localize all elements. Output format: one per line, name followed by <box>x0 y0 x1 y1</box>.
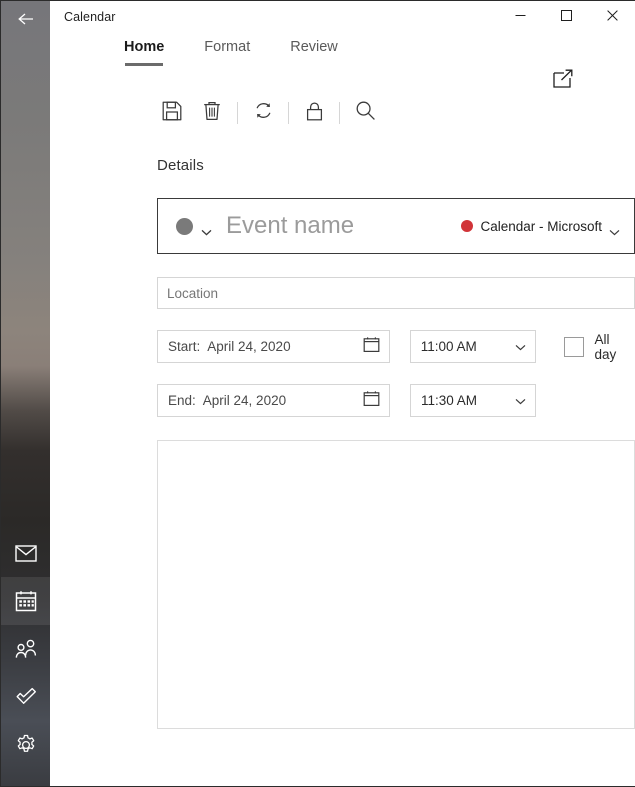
tasks-check-icon <box>14 687 38 707</box>
tab-format[interactable]: Format <box>204 33 250 57</box>
end-date-prefix: End: <box>168 393 196 408</box>
toolbar-separator <box>288 102 289 124</box>
people-icon <box>14 639 38 659</box>
toolbar-separator <box>339 102 340 124</box>
notes-input[interactable] <box>158 441 634 728</box>
save-button[interactable] <box>152 95 192 131</box>
all-day-checkbox[interactable] <box>563 336 584 357</box>
window-controls <box>497 1 635 33</box>
end-date-label: End: April 24, 2020 <box>168 393 286 408</box>
start-date-value: April 24, 2020 <box>207 339 291 354</box>
chevron-down-icon <box>609 223 620 235</box>
maximize-button[interactable] <box>543 1 589 33</box>
sidebar-item-people[interactable] <box>1 625 50 673</box>
app-sidebar <box>1 1 50 786</box>
back-arrow-icon <box>16 11 36 32</box>
start-time-value: 11:00 AM <box>420 339 477 354</box>
sync-button[interactable] <box>243 95 283 131</box>
start-date-field[interactable]: Start: April 24, 2020 <box>157 330 390 363</box>
sync-refresh-icon <box>253 100 274 126</box>
end-time-value: 11:30 AM <box>421 393 478 408</box>
calendar-icon <box>15 590 37 612</box>
search-button[interactable] <box>345 95 385 131</box>
tab-home[interactable]: Home <box>124 33 164 66</box>
start-time-field[interactable]: 11:00 AM <box>409 330 536 363</box>
chevron-down-icon <box>515 338 526 356</box>
tab-review[interactable]: Review <box>290 33 338 57</box>
calendar-name-label: Calendar - Microsoft <box>480 218 602 234</box>
trash-icon <box>202 101 222 126</box>
mail-icon <box>14 544 37 562</box>
sidebar-item-tasks[interactable] <box>1 673 50 721</box>
search-icon <box>355 100 376 126</box>
calendar-event-window: Calendar Home Format Review Details Even… <box>0 0 635 787</box>
all-day-label: All day <box>594 331 617 362</box>
event-category-color-picker[interactable] <box>158 217 212 235</box>
end-date-field[interactable]: End: April 24, 2020 <box>157 384 390 417</box>
main-pane: Calendar Home Format Review Details Even… <box>50 1 635 786</box>
open-in-new-window-icon <box>552 68 574 95</box>
start-row: Start: April 24, 2020 11:00 AM All day <box>157 330 635 363</box>
app-title: Calendar <box>64 10 116 24</box>
calendar-color-dot <box>461 220 474 232</box>
event-name-input[interactable] <box>212 212 462 240</box>
maximize-icon <box>560 8 572 26</box>
toolbar-separator <box>237 102 238 124</box>
sidebar-item-calendar[interactable] <box>1 577 50 625</box>
section-title-details: Details <box>157 157 204 174</box>
private-button[interactable] <box>294 95 334 131</box>
location-input[interactable] <box>158 285 634 301</box>
end-row: End: April 24, 2020 11:30 AM <box>157 384 635 417</box>
calendar-selector[interactable]: Calendar - Microsoft <box>461 218 634 235</box>
event-name-row: Calendar - Microsoft <box>157 198 635 254</box>
sidebar-item-settings[interactable] <box>1 721 50 769</box>
close-button[interactable] <box>589 1 635 33</box>
notes-area[interactable] <box>157 440 635 729</box>
sidebar-item-mail[interactable] <box>1 529 50 577</box>
close-icon <box>606 8 618 26</box>
chevron-down-icon <box>201 223 212 235</box>
minimize-icon <box>515 8 526 26</box>
end-date-value: April 24, 2020 <box>202 393 287 408</box>
minimize-button[interactable] <box>497 1 543 33</box>
chevron-down-icon <box>515 392 526 410</box>
location-row <box>157 277 635 309</box>
ribbon-tabs: Home Format Review <box>50 33 635 88</box>
open-in-new-window-button[interactable] <box>549 67 577 95</box>
calendar-picker-icon <box>363 390 380 412</box>
start-date-label: Start: April 24, 2020 <box>168 339 291 354</box>
sidebar-bottom-padding <box>1 769 50 786</box>
ribbon-toolbar <box>50 91 635 135</box>
delete-button[interactable] <box>192 95 232 131</box>
gear-icon <box>15 734 37 756</box>
lock-icon <box>305 101 324 126</box>
back-button[interactable] <box>1 1 50 41</box>
calendar-picker-icon <box>363 336 380 358</box>
details-content: Details Calendar - Microsoft <box>50 157 635 729</box>
start-date-prefix: Start: <box>168 339 201 354</box>
all-day-toggle[interactable]: All day <box>563 331 635 362</box>
end-time-field[interactable]: 11:30 AM <box>410 384 536 417</box>
category-color-dot <box>176 217 193 235</box>
title-bar: Calendar <box>50 1 635 33</box>
save-floppy-icon <box>162 101 182 126</box>
